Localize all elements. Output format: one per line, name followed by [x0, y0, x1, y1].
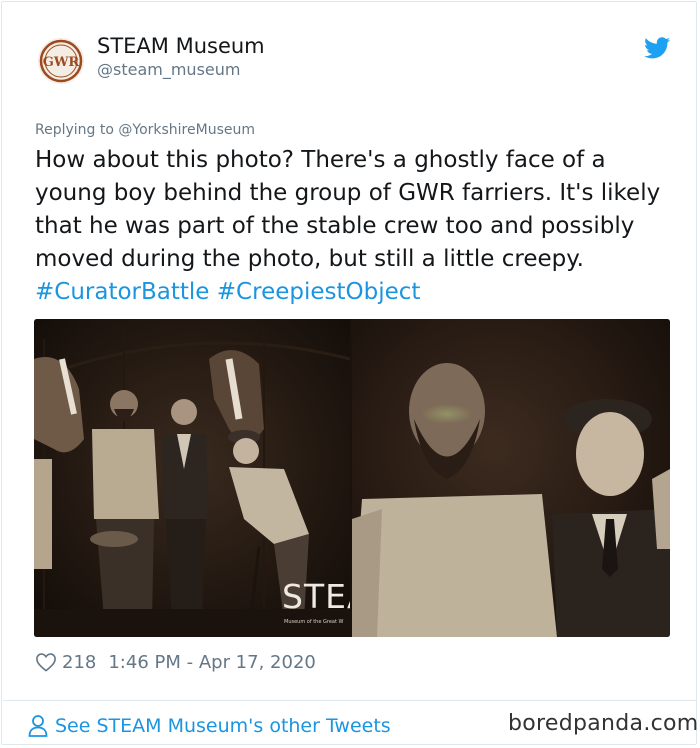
ghost-closeup-image: [352, 319, 670, 637]
reply-context[interactable]: Replying to @YorkshireMuseum: [35, 122, 255, 138]
tweet-text: How about this photo? There's a ghostly …: [35, 144, 675, 309]
twitter-bird-icon[interactable]: [644, 37, 670, 59]
like-count[interactable]: 218: [62, 652, 96, 673]
hashtag-creepiestobject[interactable]: #CreepiestObject: [217, 279, 421, 305]
person-icon: [28, 715, 48, 737]
farriers-photo[interactable]: STEA Museum of the Great W: [34, 319, 350, 637]
other-tweets-label[interactable]: See STEAM Museum's other Tweets: [55, 715, 391, 737]
photo-watermark-subtitle: Museum of the Great W: [284, 619, 344, 625]
avatar[interactable]: GWR: [38, 38, 84, 84]
svg-text:GWR: GWR: [43, 55, 80, 70]
boredpanda-watermark: boredpanda.com: [508, 711, 699, 736]
footer-divider: [3, 700, 697, 701]
timestamp[interactable]: 1:46 PM - Apr 17, 2020: [108, 652, 315, 673]
hashtag-curatorbattle[interactable]: #CuratorBattle: [35, 279, 209, 305]
ghost-closeup-photo[interactable]: [352, 319, 670, 637]
photo-watermark: STEA: [282, 577, 350, 616]
heart-icon[interactable]: [35, 652, 57, 672]
tweet-body: How about this photo? There's a ghostly …: [35, 147, 661, 272]
tweet-media[interactable]: STEA Museum of the Great W: [34, 319, 670, 637]
gwr-logo: GWR: [39, 39, 83, 83]
tweet-card: GWR STEAM Museum @steam_museum Replying …: [1, 1, 699, 745]
tweet-meta: 218 1:46 PM - Apr 17, 2020: [35, 648, 316, 676]
display-name[interactable]: STEAM Museum: [97, 34, 265, 58]
other-tweets-link[interactable]: See STEAM Museum's other Tweets: [28, 711, 391, 741]
user-handle[interactable]: @steam_museum: [97, 60, 240, 79]
